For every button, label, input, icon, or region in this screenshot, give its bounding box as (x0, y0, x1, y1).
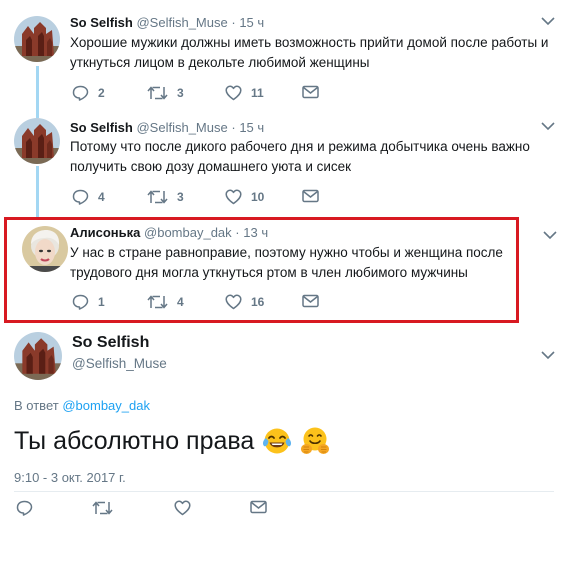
author-name[interactable]: So Selfish (72, 334, 149, 352)
chevron-down-icon[interactable] (541, 17, 555, 26)
reply-button[interactable]: 2 (72, 85, 105, 101)
highlight-frame (4, 217, 519, 323)
tweet-time[interactable]: 15 ч (239, 15, 264, 30)
message-button[interactable] (302, 189, 319, 203)
tweet-1[interactable]: So Selfish @Selfish_Muse · 15 ч Хорошие … (0, 0, 570, 110)
heart-icon (225, 189, 242, 205)
retweet-count: 3 (177, 190, 184, 204)
main-tweet-text: Ты абсолютно права (14, 426, 330, 456)
separator-dot: · (231, 15, 236, 30)
tweet-text: Потому что после дикого рабочего дня и р… (70, 139, 530, 174)
avatar[interactable] (14, 118, 60, 164)
author-name[interactable]: So Selfish (70, 120, 133, 135)
envelope-icon (302, 85, 319, 99)
tweet-2[interactable]: So Selfish @Selfish_Muse · 15 ч Потому ч… (0, 110, 570, 217)
like-button[interactable] (174, 500, 191, 516)
reply-icon (72, 85, 89, 101)
author-handle[interactable]: @Selfish_Muse (72, 356, 167, 371)
chevron-down-icon[interactable] (543, 231, 557, 240)
tweet-time[interactable]: 15 ч (239, 120, 264, 135)
tweet-timestamp[interactable]: 9:10 - 3 окт. 2017 г. (14, 470, 126, 485)
reply-button[interactable] (16, 500, 33, 516)
tweet-header: So Selfish @Selfish_Muse · 15 ч (70, 120, 264, 135)
author-name[interactable]: So Selfish (70, 15, 133, 30)
retweet-icon (92, 501, 113, 515)
tweet-text: Хорошие мужики должны иметь возможность … (70, 35, 549, 70)
reply-count: 4 (98, 190, 105, 204)
hugging-face-icon (301, 427, 330, 454)
divider (14, 491, 554, 492)
message-button[interactable] (250, 500, 267, 514)
reply-handle-link[interactable]: @bombay_dak (62, 398, 150, 413)
heart-icon (174, 500, 191, 516)
envelope-icon (250, 500, 267, 514)
separator-dot: · (231, 120, 236, 135)
retweet-button[interactable]: 3 (147, 85, 184, 101)
main-tweet-actions (16, 500, 276, 518)
reply-context: В ответ @bombay_dak (14, 398, 150, 413)
avatar[interactable] (14, 332, 62, 380)
retweet-count: 3 (177, 86, 184, 100)
like-count: 11 (251, 86, 264, 100)
reply-button[interactable]: 4 (72, 189, 105, 205)
retweet-button[interactable]: 3 (147, 189, 184, 205)
reply-icon (16, 500, 33, 516)
heart-icon (225, 85, 242, 101)
avatar[interactable] (14, 16, 60, 62)
retweet-icon (147, 190, 168, 204)
like-count: 10 (251, 190, 265, 204)
tweet-actions: 2 3 11 (72, 85, 332, 103)
chevron-down-icon[interactable] (541, 351, 555, 360)
chevron-down-icon[interactable] (541, 122, 555, 131)
face-with-tears-of-joy-icon (263, 428, 292, 454)
retweet-button[interactable] (92, 500, 113, 516)
envelope-icon (302, 189, 319, 203)
author-handle[interactable]: @Selfish_Muse (136, 120, 227, 135)
reply-count: 2 (98, 86, 105, 100)
main-text: Ты абсолютно права (14, 426, 255, 455)
reply-icon (72, 189, 89, 205)
like-button[interactable]: 10 (225, 189, 264, 205)
reply-prefix: В ответ (14, 398, 59, 413)
retweet-icon (147, 86, 168, 100)
like-button[interactable]: 11 (225, 85, 264, 101)
message-button[interactable] (302, 85, 319, 99)
tweet-actions: 4 3 10 (72, 189, 332, 207)
tweet-header: So Selfish @Selfish_Muse · 15 ч (70, 15, 264, 30)
author-handle[interactable]: @Selfish_Muse (136, 15, 227, 30)
